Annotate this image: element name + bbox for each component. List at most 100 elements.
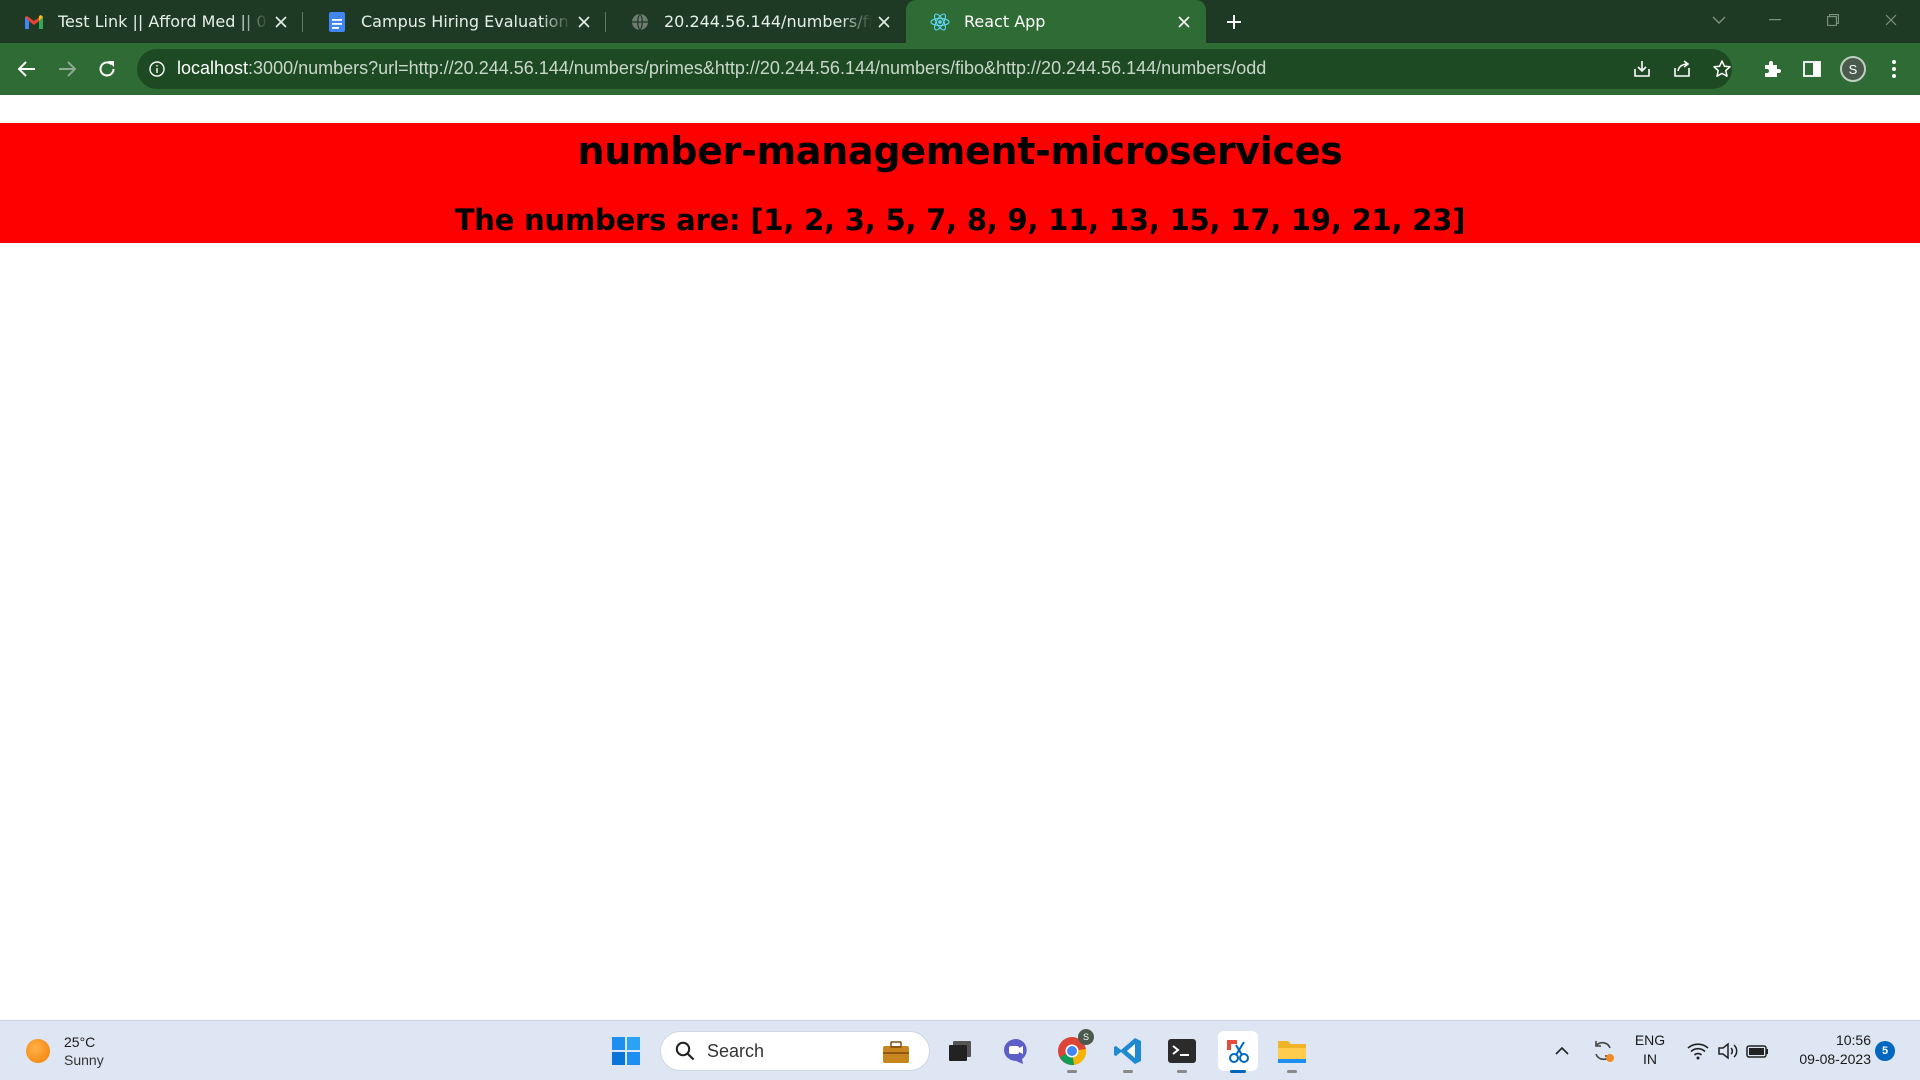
network-status[interactable]: [1684, 1035, 1712, 1067]
taskbar-app-teams[interactable]: [996, 1031, 1036, 1071]
chevron-up-icon: [1555, 1047, 1569, 1055]
search-icon: [675, 1041, 695, 1061]
url-text: localhost:3000/numbers?url=http://20.244…: [177, 58, 1266, 79]
install-app-button[interactable]: [1628, 55, 1656, 83]
arrow-right-icon: [59, 61, 76, 77]
taskbar: 25°C Sunny Search S ENG IN 10:56 09-08-2…: [0, 1020, 1920, 1080]
extensions-button[interactable]: [1758, 55, 1786, 83]
tab-search-button[interactable]: [1696, 0, 1742, 40]
browser-toolbar: localhost:3000/numbers?url=http://20.244…: [0, 43, 1920, 95]
battery-status[interactable]: [1744, 1035, 1772, 1067]
volume-control[interactable]: [1714, 1035, 1742, 1067]
close-icon[interactable]: [572, 10, 596, 34]
menu-button[interactable]: [1880, 55, 1908, 83]
page-title: number-management-microservices: [577, 129, 1343, 173]
star-icon: [1713, 60, 1731, 77]
tab-gmail[interactable]: Test Link || Afford Med || 09 Aug 2023: [0, 0, 303, 43]
info-icon[interactable]: [147, 59, 167, 79]
reload-button[interactable]: [93, 55, 121, 83]
side-panel-icon: [1803, 61, 1821, 77]
globe-icon: [630, 12, 650, 32]
sync-icon: [1595, 1041, 1614, 1062]
running-indicator: [1287, 1070, 1297, 1073]
close-icon[interactable]: [1172, 10, 1196, 34]
sync-status[interactable]: [1588, 1035, 1618, 1067]
taskbar-app-task-view[interactable]: [940, 1031, 980, 1071]
region-code: IN: [1643, 1051, 1657, 1067]
speaker-icon: [1718, 1042, 1738, 1060]
restore-icon: [1827, 14, 1839, 26]
taskbar-app-terminal[interactable]: [1162, 1031, 1202, 1073]
close-icon: [1885, 14, 1897, 26]
snipping-tool-icon: [1227, 1040, 1249, 1063]
close-icon[interactable]: [269, 10, 293, 34]
taskbar-app-vscode[interactable]: [1108, 1031, 1148, 1073]
tab-react-app[interactable]: React App: [906, 0, 1206, 43]
url-host: localhost: [177, 58, 249, 78]
weather-text: 25°C Sunny: [64, 1033, 104, 1069]
reload-icon: [99, 61, 115, 77]
teams-icon: [1004, 1039, 1027, 1064]
url-path: :3000/numbers?url=http://20.244.56.144/n…: [248, 58, 1267, 78]
vscode-icon: [1114, 1038, 1141, 1064]
download-icon: [1634, 61, 1650, 77]
numbers-output: The numbers are: [1, 2, 3, 5, 7, 8, 9, 1…: [454, 203, 1466, 237]
work-icon: [883, 1041, 909, 1063]
system-clock[interactable]: 10:56 09-08-2023: [1775, 1031, 1871, 1069]
chrome-profile-badge: S: [1078, 1029, 1094, 1045]
puzzle-icon: [1765, 61, 1781, 77]
show-hidden-icons-button[interactable]: [1550, 1035, 1574, 1067]
chevron-down-icon: [1712, 16, 1726, 24]
running-indicator: [1177, 1070, 1187, 1073]
side-panel-button[interactable]: [1798, 55, 1826, 83]
taskbar-search[interactable]: Search: [660, 1031, 930, 1071]
gmail-icon: [24, 12, 44, 32]
tab-title: React App: [964, 12, 1046, 31]
running-indicator: [1123, 1070, 1133, 1073]
tab-fibo[interactable]: 20.244.56.144/numbers/fibo: [606, 0, 906, 43]
share-button[interactable]: [1668, 55, 1696, 83]
taskbar-app-folder[interactable]: [1272, 1031, 1312, 1073]
plus-icon: [1227, 15, 1241, 29]
minimize-button[interactable]: [1752, 0, 1798, 40]
battery-icon: [1746, 1045, 1768, 1058]
header-banner: number-management-microservices The numb…: [0, 123, 1920, 243]
share-icon: [1674, 60, 1690, 77]
folder-icon: [1278, 1041, 1306, 1063]
close-window-button[interactable]: [1868, 0, 1914, 40]
tab-title: Campus Hiring Evaluation - Frontend: [361, 12, 572, 31]
weather-widget[interactable]: 25°C Sunny: [26, 1031, 104, 1071]
start-button[interactable]: [606, 1031, 646, 1071]
terminal-icon: [1168, 1039, 1196, 1063]
tab-title: Test Link || Afford Med || 09 Aug 2023: [58, 12, 269, 31]
minimize-icon: [1769, 19, 1781, 21]
new-tab-button[interactable]: [1220, 8, 1248, 36]
language-code: ENG: [1634, 1032, 1666, 1048]
forward-button[interactable]: [53, 55, 81, 83]
profile-avatar[interactable]: S: [1840, 56, 1866, 82]
tab-title: 20.244.56.144/numbers/fibo: [664, 12, 872, 31]
clock-time: 10:56: [1835, 1032, 1871, 1048]
back-button[interactable]: [13, 55, 41, 83]
clock-date: 09-08-2023: [1799, 1051, 1871, 1067]
arrow-left-icon: [18, 61, 35, 77]
notification-badge[interactable]: 5: [1875, 1041, 1895, 1061]
bookmark-button[interactable]: [1708, 55, 1736, 83]
search-label: Search: [707, 1040, 765, 1061]
tab-docs[interactable]: Campus Hiring Evaluation - Frontend: [303, 0, 606, 43]
taskbar-app-chrome[interactable]: S: [1052, 1029, 1094, 1073]
weather-condition: Sunny: [64, 1052, 104, 1068]
file-explorer-icon: [949, 1041, 971, 1061]
sun-icon: [26, 1039, 50, 1063]
language-indicator[interactable]: ENG IN: [1630, 1031, 1670, 1069]
address-bar[interactable]: localhost:3000/numbers?url=http://20.244…: [137, 49, 1732, 89]
react-icon: [930, 12, 950, 32]
weather-temp: 25°C: [64, 1034, 96, 1050]
taskbar-app-snipping-tool[interactable]: [1218, 1031, 1258, 1073]
restore-button[interactable]: [1810, 0, 1856, 40]
running-indicator: [1230, 1070, 1246, 1073]
windows-icon: [612, 1037, 640, 1065]
docs-icon: [327, 11, 347, 32]
close-icon[interactable]: [872, 10, 896, 34]
kebab-menu-icon: [1892, 60, 1896, 78]
